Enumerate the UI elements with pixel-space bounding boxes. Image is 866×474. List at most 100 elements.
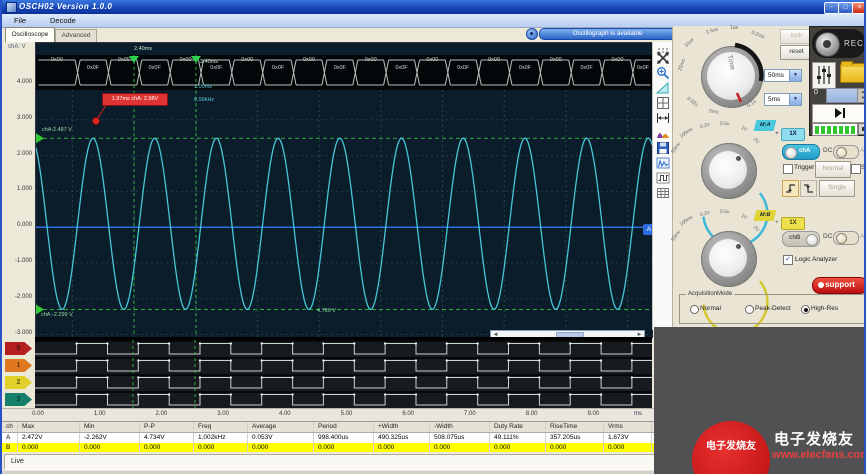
battery-bar	[833, 126, 837, 134]
level-low-label: chA:-2.299 V	[41, 312, 73, 318]
chb-gain-knob-face	[709, 239, 747, 277]
bus-value-label: 0x00	[483, 57, 505, 63]
acquisition-radio-normal[interactable]	[690, 305, 699, 314]
table-icon[interactable]	[656, 186, 670, 200]
analog-waveform-svg	[36, 43, 653, 338]
banner-indicator-icon[interactable]	[526, 28, 538, 40]
chb-dial-label: 0.5v	[720, 209, 730, 215]
y-axis-tick: 4.000	[4, 79, 32, 85]
cha-atten-plus: +	[775, 130, 779, 137]
measurement-row-a[interactable]: A2.472V-2.262V4.734V1.002kHz0.053V998.40…	[2, 433, 654, 443]
bus-value-label: 0x0F	[576, 65, 598, 71]
timebase-select-1[interactable]: 50ms▼	[764, 69, 802, 82]
rec-knob[interactable]	[815, 32, 840, 57]
acquisition-mode-group: AcquisitionMode NormalPeak-DetectHigh-Re…	[679, 294, 866, 324]
menu-decode[interactable]: Decode	[50, 16, 76, 25]
cha-coupling-toggle[interactable]	[833, 145, 859, 159]
fft-icon[interactable]	[656, 156, 670, 170]
timebase-select-2[interactable]: 5ms▼	[764, 93, 802, 106]
acquisition-mode-title: AcquisitionMode	[686, 291, 734, 297]
measure-width-icon[interactable]	[656, 111, 670, 125]
y-axis-tick: -1.000	[4, 258, 32, 264]
minimize-button[interactable]: -	[824, 2, 839, 14]
play-button[interactable]	[812, 104, 866, 123]
tab-advanced[interactable]: Advanced	[55, 29, 97, 43]
grid-icon[interactable]	[656, 96, 670, 110]
chb-coupling-toggle[interactable]	[833, 231, 859, 245]
peak-to-peak-label: 4.786 V	[317, 308, 336, 314]
record-panel: REC 0 ▲▼	[809, 26, 866, 136]
y-axis-tick: 1.000	[4, 186, 32, 192]
close-button[interactable]: ×	[852, 2, 866, 14]
x-axis-tick: 7.00	[458, 411, 482, 417]
record-spinner[interactable]: ▲▼	[857, 88, 866, 103]
tab-oscilloscope[interactable]: Oscilloscope	[5, 27, 55, 42]
elecfans-logo: 电子发烧友	[692, 421, 770, 474]
zoom-icon[interactable]	[656, 66, 670, 80]
bus-value-label: 0x00	[545, 57, 567, 63]
pan-move-icon[interactable]	[656, 51, 670, 65]
logic-analyzer-checkbox[interactable]: ✓	[783, 255, 793, 265]
table-cell: 508.075us	[430, 433, 490, 443]
cha-dial-label: 0.5v	[720, 121, 730, 127]
maximize-button[interactable]: □	[838, 2, 853, 14]
chb-dc-label: DC	[823, 233, 832, 240]
battery-bar	[851, 126, 855, 134]
square-wave-icon[interactable]	[656, 171, 670, 185]
bus-value-label: 0x0F	[452, 65, 474, 71]
cha-dial-label: 100mv	[679, 126, 695, 140]
cha-knob-dot	[736, 156, 741, 161]
table-cell: 1.673V	[604, 433, 652, 443]
trigger-single-button[interactable]: Single	[819, 180, 855, 197]
bus-value-label: 0x0F	[205, 65, 227, 71]
chb-enable-toggle[interactable]: chB	[782, 231, 820, 247]
chevron-down-icon[interactable]: ▼	[789, 70, 801, 81]
delta-time-label: 1.00ms	[194, 84, 212, 90]
bus-value-label: 0x0F	[267, 65, 289, 71]
battery-button[interactable]	[858, 123, 866, 135]
ruler-icon[interactable]	[656, 81, 670, 95]
histogram-icon[interactable]	[656, 126, 670, 140]
chb-toggle-knob	[806, 234, 818, 246]
folder-icon[interactable]	[840, 63, 866, 83]
acquisition-option-label: Peak-Detect	[755, 305, 791, 312]
support-button[interactable]: support	[812, 277, 866, 294]
slow-checkbox[interactable]	[851, 164, 861, 174]
trigger-normal-button[interactable]: Normal	[815, 161, 851, 178]
table-header-cell: Period	[314, 422, 374, 432]
table-header-cell: Average	[248, 422, 314, 432]
cha-enable-toggle[interactable]: chA	[782, 144, 820, 160]
record-counter: 0	[814, 89, 818, 96]
logic-analyzer-label: Logic Analyzer	[795, 256, 837, 263]
bus-value-label: 0x0F	[144, 65, 166, 71]
x-axis-tick: 8.00	[520, 411, 544, 417]
bus-value-label: 0x0F	[632, 65, 654, 71]
save-icon[interactable]	[656, 141, 670, 155]
table-cell: 2.472V	[18, 433, 80, 443]
measurement-table: chMaxMinP-PFreqAveragePeriod+Width-Width…	[2, 421, 654, 453]
logic-analyzer-area[interactable]	[35, 340, 652, 408]
acquisition-radio-high-res[interactable]	[801, 305, 810, 314]
trigger-checkbox[interactable]	[783, 164, 793, 174]
watermark-brand: 电子发烧友	[774, 428, 854, 449]
cha-attenuation-chip[interactable]: 1X	[781, 128, 805, 141]
falling-edge-button[interactable]	[800, 180, 817, 197]
app-icon	[6, 2, 17, 13]
chb-dial-label: 100mv	[679, 214, 695, 228]
rising-edge-button[interactable]	[782, 180, 799, 197]
acquisition-radio-peak-detect[interactable]	[745, 305, 754, 314]
x-axis-tick: 2.00	[149, 411, 173, 417]
y-axis-tick: 3.000	[4, 115, 32, 121]
chb-dial-label: 1V	[740, 213, 748, 221]
mixer-button[interactable]	[812, 62, 836, 89]
menu-file[interactable]: File	[14, 16, 26, 25]
time-axis-unit: ms	[634, 411, 642, 417]
table-cell: 4.734V	[140, 433, 194, 443]
time-dial-label: 10us	[683, 37, 695, 49]
chevron-down-icon[interactable]: ▼	[789, 94, 801, 105]
table-header-cell: Freq	[194, 422, 248, 432]
plot-toolbar	[652, 42, 672, 330]
chb-attenuation-chip[interactable]: 1X	[781, 217, 805, 230]
table-header-cell: P-P	[140, 422, 194, 432]
waveform-plot[interactable]: chA Logic Analysis State: Live Sample Ra…	[35, 42, 652, 337]
